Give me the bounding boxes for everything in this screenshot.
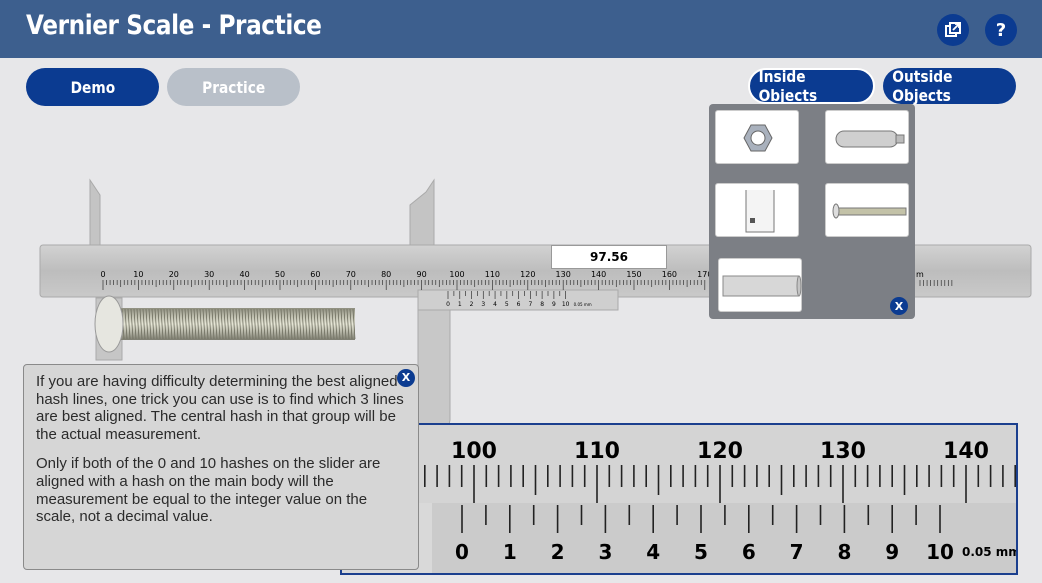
panel-close-button[interactable]: X — [890, 297, 908, 315]
vernier-label: 1 — [458, 301, 462, 308]
zoom-view: 100 110 120 130 140 0 1 2 3 4 5 6 7 8 9 10 0.05 mm — [340, 423, 1018, 575]
main-scale-label: 120 — [520, 270, 535, 279]
zoom-vernier-label: 4 — [646, 540, 660, 564]
beaker-icon — [745, 190, 775, 233]
inside-objects-panel: X — [709, 104, 915, 319]
main-scale-label: 130 — [556, 270, 571, 279]
vernier-label: 6 — [517, 301, 521, 308]
hint-paragraph-1: If you are having difficulty determining… — [36, 373, 404, 443]
zoom-main-label: 130 — [820, 439, 866, 464]
zoom-vernier-label: 3 — [598, 540, 612, 564]
zoom-scale: 100 110 120 130 140 0 1 2 3 4 5 6 7 8 9 10 0.05 mm — [342, 425, 1018, 573]
zoom-vernier-label: 2 — [551, 540, 565, 564]
main-scale-label: 110 — [485, 270, 500, 279]
object-metal-tube[interactable] — [718, 258, 802, 312]
hint-close-button[interactable]: X — [397, 369, 415, 387]
zoom-vernier-unit: 0.05 mm — [962, 545, 1018, 559]
cartridge-icon — [835, 130, 905, 148]
vernier-label: 4 — [493, 301, 497, 308]
main-scale-label: 20 — [169, 270, 179, 279]
main-scale-label: 150 — [626, 270, 641, 279]
zoom-main-label: 100 — [451, 439, 497, 464]
main-scale-unit: m — [916, 270, 924, 279]
vernier-label: 8 — [540, 301, 544, 308]
vernier-label: 2 — [470, 301, 474, 308]
hint-box: If you are having difficulty determining… — [23, 364, 419, 570]
vernier-label: 7 — [528, 301, 532, 308]
screw-object — [94, 295, 356, 353]
hex-nut-icon — [743, 124, 773, 152]
main-scale-label: 140 — [591, 270, 606, 279]
main-scale-label: 0 — [100, 270, 105, 279]
main-scale-label: 30 — [204, 270, 214, 279]
zoom-vernier-label: 5 — [694, 540, 708, 564]
main-scale-label: 160 — [662, 270, 677, 279]
object-hex-nut[interactable] — [715, 110, 799, 164]
vernier-label: 5 — [505, 301, 509, 308]
zoom-vernier-label: 10 — [926, 540, 954, 564]
vernier-label: 9 — [552, 301, 556, 308]
main-scale-label: 100 — [449, 270, 464, 279]
zoom-vernier-label: 6 — [742, 540, 756, 564]
vernier-label: 3 — [481, 301, 485, 308]
zoom-vernier-label: 8 — [837, 540, 851, 564]
main-scale-label: 70 — [346, 270, 356, 279]
main-scale-label: 10 — [133, 270, 143, 279]
zoom-vernier-label: 0 — [455, 540, 469, 564]
vernier-unit: 0.05 mm — [574, 302, 592, 307]
zoom-main-label: 110 — [574, 439, 620, 464]
zoom-vernier-label: 9 — [885, 540, 899, 564]
screw-icon — [832, 203, 907, 219]
slider-jaw — [409, 178, 435, 246]
measurement-readout: 97.56 — [551, 245, 667, 269]
main-scale-label: 50 — [275, 270, 285, 279]
main-scale-label: 90 — [417, 270, 427, 279]
object-beaker[interactable] — [715, 183, 799, 237]
zoom-vernier-label: 7 — [790, 540, 804, 564]
zoom-main-label: 140 — [943, 439, 989, 464]
object-screw[interactable] — [825, 183, 909, 237]
object-gas-cartridge[interactable] — [825, 110, 909, 164]
vernier-label: 0 — [446, 301, 450, 308]
vernier-label: 10 — [562, 301, 570, 308]
zoom-main-label: 120 — [697, 439, 743, 464]
hint-paragraph-2: Only if both of the 0 and 10 hashes on t… — [36, 455, 381, 526]
zoom-vernier-label: 1 — [503, 540, 517, 564]
main-scale-label: 60 — [310, 270, 320, 279]
main-scale-label: 40 — [240, 270, 250, 279]
main-scale-label: 80 — [381, 270, 391, 279]
fixed-jaw — [89, 178, 101, 246]
tube-icon — [722, 275, 802, 297]
